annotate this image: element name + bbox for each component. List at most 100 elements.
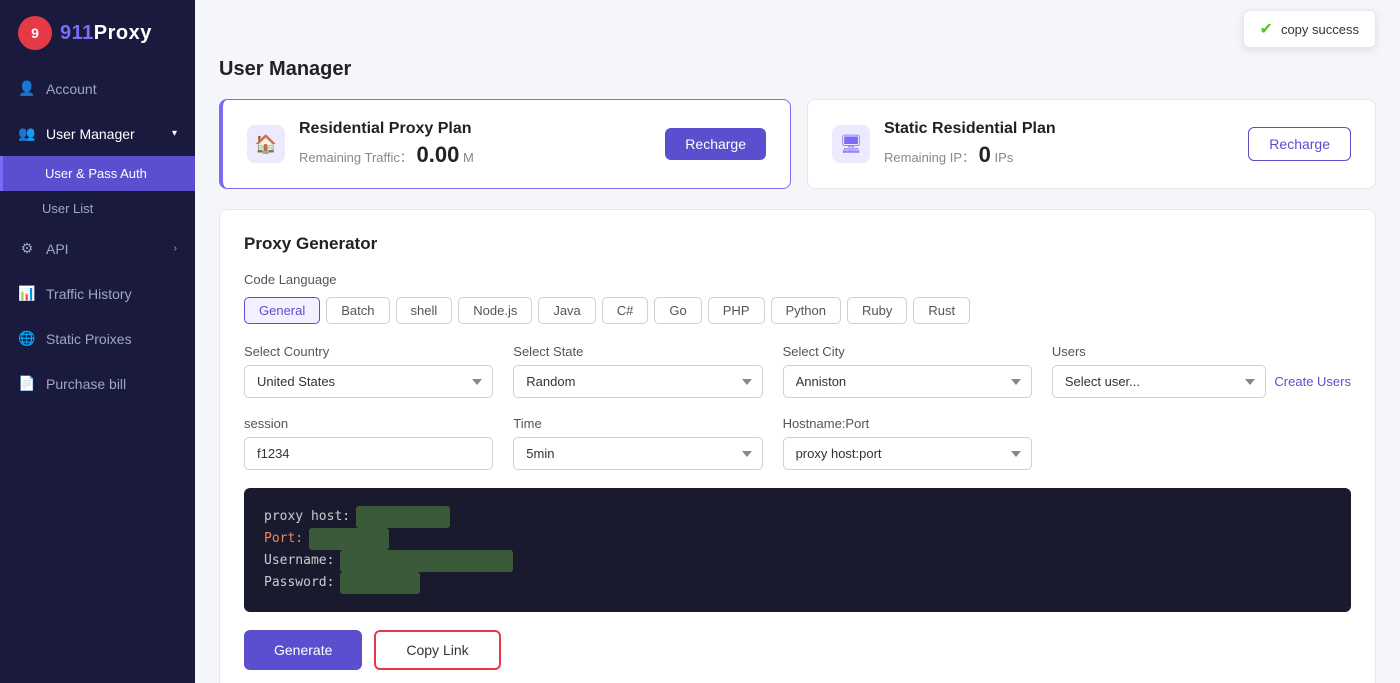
static-recharge-button[interactable]: Recharge: [1248, 127, 1351, 161]
language-tabs: General Batch shell Node.js Java C# Go P…: [244, 297, 1351, 324]
time-group: Time 5min: [513, 416, 762, 470]
city-label: Select City: [783, 344, 1032, 359]
toast-text: copy success: [1281, 22, 1359, 37]
sidebar-item-static-proxies[interactable]: 🌐 Static Proixes: [0, 316, 195, 361]
lang-tab-java[interactable]: Java: [538, 297, 595, 324]
chevron-down-icon: ▾: [172, 128, 177, 139]
bill-icon: 📄: [18, 375, 36, 392]
residential-plan-card: 🏠 Residential Proxy Plan Remaining Traff…: [219, 99, 791, 189]
hostname-label: Hostname:Port: [783, 416, 1032, 431]
sidebar-item-user-manager[interactable]: 👥 User Manager ▾: [0, 111, 195, 156]
remaining-ip-label: Remaining IP：: [884, 150, 975, 165]
residential-plan-left: 🏠 Residential Proxy Plan Remaining Traff…: [247, 120, 474, 168]
remaining-ip-unit: IPs: [995, 150, 1014, 165]
code-line-host: proxy host: p: [264, 506, 1331, 528]
residential-plan-name: Residential Proxy Plan: [299, 120, 474, 138]
users-select[interactable]: Select user...: [1052, 365, 1267, 398]
code-key-username: Username:: [264, 550, 334, 572]
lang-tab-shell[interactable]: shell: [396, 297, 453, 324]
sidebar: 9 911Proxy 👤 Account 👥 User Manager ▾ Us…: [0, 0, 195, 683]
lang-tab-rust[interactable]: Rust: [913, 297, 970, 324]
state-select[interactable]: Random: [513, 365, 762, 398]
users-row: Select user... Create Users: [1052, 365, 1351, 398]
code-line-port: Port: 2: [264, 528, 1331, 550]
country-group: Select Country United States: [244, 344, 493, 398]
plan-cards-row: 🏠 Residential Proxy Plan Remaining Traff…: [219, 99, 1376, 189]
users-group: Users Select user... Create Users: [1052, 344, 1351, 398]
lang-tab-csharp[interactable]: C#: [602, 297, 649, 324]
main-content: ✔ copy success User Manager 🏠 Residentia…: [195, 0, 1400, 683]
logo-icon: 9: [18, 16, 52, 50]
static-plan-ip: Remaining IP： 0 IPs: [884, 142, 1056, 168]
code-val-host: p: [356, 506, 450, 528]
lang-tab-go[interactable]: Go: [654, 297, 701, 324]
state-group: Select State Random: [513, 344, 762, 398]
create-users-link[interactable]: Create Users: [1274, 374, 1351, 389]
traffic-icon: 📊: [18, 285, 36, 302]
static-plan-icon: 🖥: [832, 125, 870, 163]
remaining-traffic-value: 0.00: [417, 142, 460, 167]
code-line-username: Username: k: [264, 550, 1331, 572]
static-plan-left: 🖥 Static Residential Plan Remaining IP： …: [832, 120, 1056, 168]
city-select[interactable]: Anniston: [783, 365, 1032, 398]
country-select[interactable]: United States: [244, 365, 493, 398]
remaining-traffic-unit: M: [463, 150, 474, 165]
remaining-ip-value: 0: [979, 142, 991, 167]
sidebar-item-purchase-bill[interactable]: 📄 Purchase bill: [0, 361, 195, 406]
logo: 9 911Proxy: [0, 0, 195, 66]
page-title: User Manager: [219, 58, 1376, 81]
sidebar-item-user-list[interactable]: User List: [0, 191, 195, 226]
hostname-group: Hostname:Port proxy host:port: [783, 416, 1032, 470]
city-group: Select City Anniston: [783, 344, 1032, 398]
sidebar-item-label: Static Proixes: [46, 331, 132, 347]
session-group: session: [244, 416, 493, 470]
logo-text: 911Proxy: [60, 22, 152, 45]
code-key-port: Port:: [264, 528, 303, 550]
residential-recharge-button[interactable]: Recharge: [665, 128, 766, 160]
sidebar-item-label: Purchase bill: [46, 376, 126, 392]
lang-tab-python[interactable]: Python: [771, 297, 841, 324]
code-key-host: proxy host:: [264, 506, 350, 528]
code-val-port: 2: [309, 528, 389, 550]
code-key-password: Password:: [264, 572, 334, 594]
copy-success-toast: ✔ copy success: [1243, 10, 1376, 48]
lang-tab-general[interactable]: General: [244, 297, 320, 324]
sidebar-item-label: Account: [46, 81, 97, 97]
country-label: Select Country: [244, 344, 493, 359]
residential-plan-traffic: Remaining Traffic： 0.00 M: [299, 142, 474, 168]
generate-button[interactable]: Generate: [244, 630, 362, 670]
toast-area: ✔ copy success: [195, 0, 1400, 58]
lang-tab-ruby[interactable]: Ruby: [847, 297, 907, 324]
sidebar-item-label: API: [46, 241, 69, 257]
lang-tab-batch[interactable]: Batch: [326, 297, 389, 324]
static-plan-name: Static Residential Plan: [884, 120, 1056, 138]
sidebar-item-label: User Manager: [46, 126, 135, 142]
lang-tab-php[interactable]: PHP: [708, 297, 765, 324]
content-area: User Manager 🏠 Residential Proxy Plan Re…: [195, 58, 1400, 683]
sidebar-item-label: Traffic History: [46, 286, 132, 302]
action-buttons: Generate Copy Link: [244, 630, 1351, 670]
residential-plan-icon: 🏠: [247, 125, 285, 163]
code-val-username: k: [340, 550, 512, 572]
api-icon: ⚙: [18, 240, 36, 257]
copy-link-button[interactable]: Copy Link: [374, 630, 500, 670]
hostname-select[interactable]: proxy host:port: [783, 437, 1032, 470]
code-output: proxy host: p Port: 2 Username: k Passwo…: [244, 488, 1351, 612]
session-label: session: [244, 416, 493, 431]
sidebar-subitem-label: User & Pass Auth: [45, 166, 147, 181]
code-val-password: c: [340, 572, 420, 594]
chevron-right-icon: ›: [174, 243, 177, 254]
code-line-password: Password: c: [264, 572, 1331, 594]
proxies-icon: 🌐: [18, 330, 36, 347]
sidebar-item-traffic-history[interactable]: 📊 Traffic History: [0, 271, 195, 316]
sidebar-subitem-label: User List: [42, 201, 93, 216]
static-plan-card: 🖥 Static Residential Plan Remaining IP： …: [807, 99, 1376, 189]
sidebar-item-user-pass-auth[interactable]: User & Pass Auth: [0, 156, 195, 191]
sidebar-item-account[interactable]: 👤 Account: [0, 66, 195, 111]
time-select[interactable]: 5min: [513, 437, 762, 470]
sidebar-item-api[interactable]: ⚙ API ›: [0, 226, 195, 271]
session-input[interactable]: [244, 437, 493, 470]
lang-tab-nodejs[interactable]: Node.js: [458, 297, 532, 324]
account-icon: 👤: [18, 80, 36, 97]
check-icon: ✔: [1260, 19, 1273, 39]
